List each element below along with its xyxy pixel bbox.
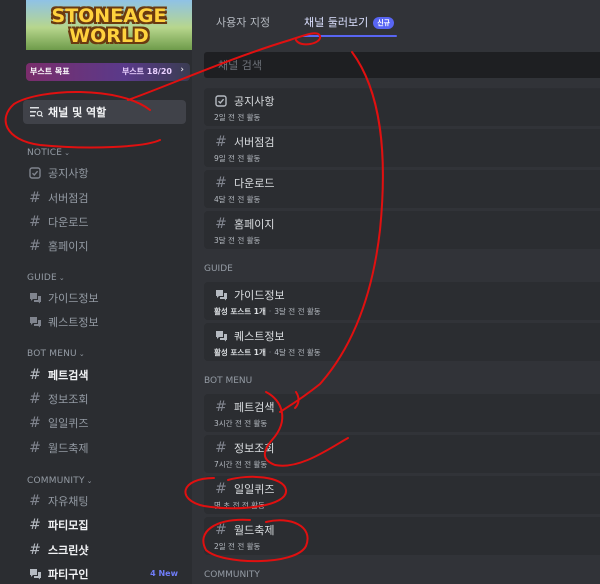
forum-icon [26,316,44,328]
channel-card-pet-search[interactable]: # 페트검색 3시간 전 전 활동 [204,394,600,432]
category-guide[interactable]: GUIDE ⌄ [27,273,65,283]
channel-card-download[interactable]: # 다운로드 4달 전 전 활동 [204,170,600,208]
tab-customize[interactable]: 사용자 지정 [216,14,270,30]
announcement-icon [26,167,44,179]
channels-and-roles-button[interactable]: 채널 및 역할 [23,100,186,124]
announcement-icon [214,95,228,107]
hash-icon: # [29,440,41,456]
category-community[interactable]: COMMUNITY ⌄ [27,476,93,486]
chevron-down-icon: ⌄ [78,350,85,358]
browser-tabs: 사용자 지정 채널 둘러보기 신규 [192,0,600,44]
forum-icon [26,292,44,304]
hash-icon: # [29,415,41,431]
tab-browse-channels[interactable]: 채널 둘러보기 신규 [304,14,395,30]
category-bot-menu[interactable]: BOT MENU ⌄ [27,349,85,359]
chevron-right-icon: › [180,65,184,75]
channel-card-homepage[interactable]: # 홈페이지 3달 전 전 활동 [204,211,600,249]
channel-activity: 2일 전 전 활동 [214,542,261,551]
new-posts-badge: 4 New [150,569,178,578]
hash-icon: # [29,214,41,230]
scroll-fade [204,84,600,90]
hash-icon: # [29,367,41,383]
browse-category-guide: GUIDE [204,264,233,274]
channel-browser: 사용자 지정 채널 둘러보기신규 공지사항 2일 전 전 활동 #서버점검 9일… [192,0,600,584]
sidebar-channel-homepage[interactable]: # 홈페이지 [26,235,88,257]
hash-icon: # [29,493,41,509]
sidebar-channel-free-chat[interactable]: # 자유채팅 [26,490,88,512]
browse-category-community: COMMUNITY [204,570,260,580]
hash-icon: # [215,134,227,150]
channel-card-guide-info[interactable]: 가이드정보 활성 포스트 1개 · 3달 전 전 활동 [204,282,600,320]
forum-icon [214,289,228,301]
sidebar-channel-party-recruit[interactable]: # 파티모집 [26,514,88,536]
hash-icon: # [215,216,227,232]
channel-activity: 활성 포스트 1개 · 4달 전 전 활동 [214,348,321,357]
channel-card-world-festival[interactable]: # 월드축제 2일 전 전 활동 [204,517,600,555]
sidebar-channel-guide-info[interactable]: 가이드정보 [26,287,99,309]
hash-icon: # [29,238,41,254]
channel-card-daily-quiz[interactable]: # 일일퀴즈 몇 초 전 전 활동 [204,476,600,514]
browse-category-bot-menu: BOT MENU [204,376,253,386]
server-banner-logo: STONEAGE WORLD [51,5,167,47]
sidebar-channel-server-maintenance[interactable]: # 서버점검 [26,187,88,209]
hash-icon: # [215,440,227,456]
hash-icon: # [29,190,41,206]
sidebar-channel-pet-search[interactable]: # 페트검색 [26,364,88,386]
hash-icon: # [215,175,227,191]
sidebar-channel-info-lookup[interactable]: # 정보조회 [26,388,88,410]
channel-activity: 3달 전 전 활동 [214,236,261,245]
hash-icon: # [29,517,41,533]
sidebar-channel-daily-quiz[interactable]: # 일일퀴즈 [26,412,88,434]
channel-card-info-lookup[interactable]: # 정보조회 7시간 전 전 활동 [204,435,600,473]
hash-icon: # [215,481,227,497]
server-banner[interactable]: STONEAGE WORLD [26,0,192,50]
sidebar-channel-world-festival[interactable]: # 월드축제 [26,437,88,459]
channel-card-server-maintenance[interactable]: # 서버점검 9일 전 전 활동 [204,129,600,167]
chevron-down-icon: ⌄ [86,477,93,485]
hash-icon: # [215,522,227,538]
boost-goal-bar[interactable]: 부스트 목표 부스트 18/20 › [26,63,190,81]
sidebar-channel-download[interactable]: # 다운로드 [26,211,88,233]
boost-goal-label: 부스트 목표 [30,67,70,76]
channel-activity: 9일 전 전 활동 [214,154,261,163]
boost-progress-count: 부스트 18/20 [121,67,172,76]
channel-activity: 2일 전 전 활동 [214,113,261,122]
channel-activity: 4달 전 전 활동 [214,195,261,204]
new-badge: 신규 [373,17,395,29]
channel-card-notice[interactable]: 공지사항 2일 전 전 활동 [204,88,600,126]
hash-icon: # [29,542,41,558]
channel-list-search-icon [29,105,43,119]
channel-activity: 몇 초 전 전 활동 [214,501,265,510]
channel-activity: 7시간 전 전 활동 [214,460,268,469]
active-tab-indicator [302,35,397,37]
channel-card-quest-info[interactable]: 퀘스트정보 활성 포스트 1개 · 4달 전 전 활동 [204,323,600,361]
category-notice[interactable]: NOTICE ⌄ [27,148,70,158]
channel-search-input[interactable] [216,58,520,73]
forum-icon [214,330,228,342]
channel-activity: 3시간 전 전 활동 [214,419,268,428]
channel-search-box[interactable] [204,52,600,78]
hash-icon: # [29,391,41,407]
server-sidebar: STONEAGE WORLD 부스트 목표 부스트 18/20 › 채널 및 역… [0,0,192,584]
channels-and-roles-label: 채널 및 역할 [48,106,107,119]
sidebar-channel-notice[interactable]: 공지사항 [26,162,88,184]
forum-icon [26,568,44,580]
sidebar-channel-party-search[interactable]: 파티구인 4 New [26,563,190,584]
chevron-down-icon: ⌄ [58,274,65,282]
channel-activity: 활성 포스트 1개 · 3달 전 전 활동 [214,307,321,316]
hash-icon: # [215,399,227,415]
sidebar-channel-screenshot[interactable]: # 스크린샷 [26,539,88,561]
sidebar-channel-quest-info[interactable]: 퀘스트정보 [26,311,99,333]
chevron-down-icon: ⌄ [64,149,71,157]
